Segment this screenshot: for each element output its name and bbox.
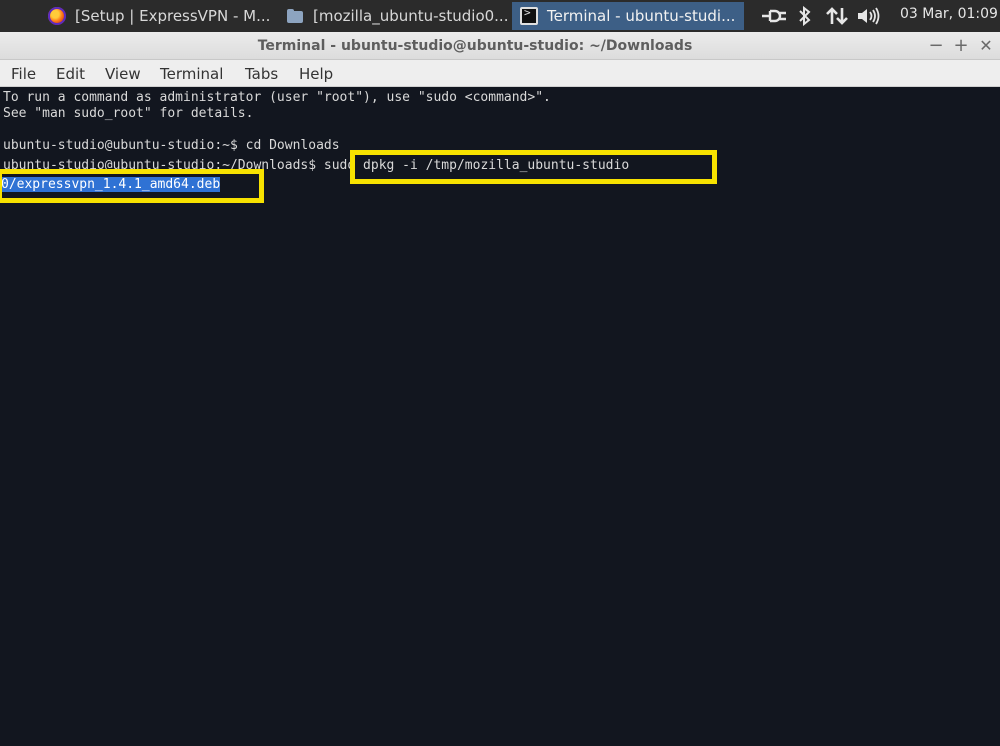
close-button[interactable]: ✕ [976,35,996,57]
data-transfer-icon[interactable] [826,4,848,28]
window-titlebar[interactable]: Terminal - ubuntu-studio@ubuntu-studio: … [0,32,1000,60]
window-title: Terminal - ubuntu-studio@ubuntu-studio: … [257,38,693,54]
terminal-icon [520,6,538,25]
terminal-output[interactable]: To run a command as administrator (user … [0,87,1000,746]
firefox-icon [48,7,66,25]
highlight-box-command [350,150,717,184]
terminal-line: See "man sudo_root" for details. [3,106,254,121]
menu-tabs[interactable]: Tabs [245,65,278,83]
terminal-line: ubuntu-studio@ubuntu-studio:~$ cd Downlo… [3,138,340,153]
taskbar-item-terminal[interactable]: Terminal - ubuntu-studi... [512,2,744,30]
menu-edit[interactable]: Edit [56,65,85,83]
clock[interactable]: 03 Mar, 01:09 [900,6,998,22]
menu-terminal[interactable]: Terminal [160,65,223,83]
volume-icon[interactable] [856,4,882,28]
taskbar-item-label: [mozilla_ubuntu-studio0... [313,7,509,25]
network-wired-icon[interactable] [762,4,788,28]
taskbar-item-label: [Setup | ExpressVPN - M... [75,7,271,25]
minimize-button[interactable]: − [926,35,946,57]
highlight-box-filename [0,169,264,203]
menu-help[interactable]: Help [299,65,333,83]
menu-bar: File Edit View Terminal Tabs Help [0,60,1000,87]
top-panel: [Setup | ExpressVPN - M... [mozilla_ubun… [0,0,1000,32]
maximize-button[interactable]: + [951,35,971,57]
menu-file[interactable]: File [11,65,36,83]
folder-icon [286,7,304,25]
menu-view[interactable]: View [105,65,141,83]
taskbar-item-label: Terminal - ubuntu-studi... [547,7,736,25]
taskbar-item-downloads-folder[interactable]: [mozilla_ubuntu-studio0... [278,2,512,30]
terminal-line: To run a command as administrator (user … [3,90,551,105]
bluetooth-icon[interactable] [798,4,812,28]
taskbar-item-expressvpn-setup[interactable]: [Setup | ExpressVPN - M... [40,2,278,30]
